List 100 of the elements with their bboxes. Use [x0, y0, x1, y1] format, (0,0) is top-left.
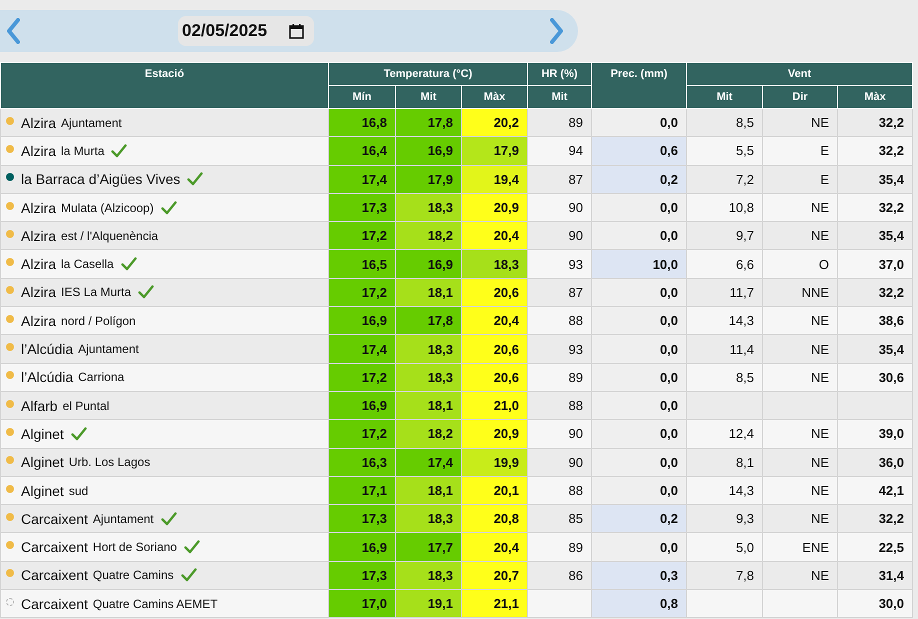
- table-cell: 11,4: [686, 334, 763, 364]
- station-location: Urb. Los Lagos: [68, 455, 150, 470]
- table-cell: 20,4: [462, 222, 528, 250]
- station-name: Alzira: [21, 228, 56, 244]
- table-cell: 17,9: [396, 165, 462, 194]
- table-cell: 30,0: [838, 590, 913, 618]
- table-cell: 16,8: [328, 108, 396, 137]
- table-cell: 17,2: [328, 420, 396, 448]
- table-cell: 17,2: [328, 278, 396, 307]
- table-cell: 20,7: [462, 561, 528, 590]
- table-cell: 16,9: [396, 250, 462, 278]
- station-location: Mulata (Alzicoop): [61, 200, 154, 215]
- table-cell: NE: [762, 334, 838, 364]
- table-cell: 17,4: [328, 165, 396, 194]
- table-cell: 17,8: [396, 306, 462, 335]
- table-cell: 14,3: [686, 476, 763, 505]
- table-cell: 17,3: [328, 561, 396, 590]
- table-cell: 18,2: [396, 222, 462, 250]
- table-cell: 10,8: [686, 193, 763, 222]
- table-cell: 17,8: [396, 108, 462, 137]
- table-cell: 20,6: [462, 363, 528, 392]
- table-cell: 10,0: [592, 250, 687, 278]
- table-cell: 0,2: [592, 504, 687, 533]
- table-cell: 18,3: [396, 334, 462, 364]
- table-cell: 12,4: [686, 420, 763, 448]
- table-cell: 17,9: [462, 136, 528, 166]
- station-location: Quatre Camins AEMET: [92, 596, 218, 611]
- table-cell: 17,3: [328, 504, 396, 533]
- table-cell: 0,0: [592, 278, 687, 307]
- table-cell: 0,0: [592, 448, 687, 476]
- station-location: IES La Murta: [61, 285, 132, 300]
- station-name: Alginet: [21, 426, 64, 442]
- calendar-icon: [289, 23, 304, 39]
- table-cell: 0,8: [592, 590, 687, 618]
- date-field[interactable]: 02/05/2025: [178, 16, 314, 46]
- table-cell: ENE: [762, 532, 838, 562]
- station-name: Alzira: [21, 142, 56, 159]
- station-name: l’Alcúdia: [21, 341, 74, 358]
- table-cell: 19,1: [396, 590, 462, 618]
- table-cell: 20,4: [462, 306, 528, 335]
- table-cell: NE: [762, 448, 838, 476]
- column-header: Màx: [838, 86, 913, 108]
- table-cell: 0,0: [592, 334, 687, 364]
- table-cell: 16,3: [328, 448, 396, 476]
- station-location: nord / Polígon: [61, 314, 136, 328]
- station-location: Carriona: [78, 370, 124, 384]
- table-cell: 88: [528, 476, 592, 505]
- table-cell: NE: [762, 193, 838, 222]
- table-cell: 32,2: [838, 136, 913, 166]
- table-cell: 16,9: [328, 391, 396, 420]
- table-cell: 0,0: [592, 306, 687, 335]
- column-header: Temperatura (°C): [328, 62, 528, 86]
- table-cell: 39,0: [838, 420, 913, 448]
- station-name: la Barraca d’Aigües Vives: [21, 171, 180, 188]
- column-header: HR (%): [528, 62, 592, 86]
- table-cell: 0,0: [592, 193, 687, 222]
- table-cell: 17,2: [328, 363, 396, 392]
- table-cell: 16,9: [396, 136, 462, 166]
- station-name: Alzira: [21, 114, 56, 131]
- table-cell: 18,3: [396, 561, 462, 590]
- station-name: Carcaixent: [21, 539, 88, 556]
- table-cell: 17,7: [396, 532, 462, 562]
- station-location: el Puntal: [62, 398, 110, 413]
- table-cell: 16,9: [328, 306, 396, 335]
- station-location: Ajuntament: [78, 342, 139, 356]
- table-cell: 18,3: [462, 250, 528, 278]
- table-cell: 0,0: [592, 222, 687, 250]
- table-cell: 20,2: [462, 108, 528, 137]
- table-cell: 17,1: [328, 476, 396, 505]
- station-name: l’Alcúdia: [21, 369, 74, 386]
- table-cell: 0,0: [592, 363, 687, 392]
- table-cell: 18,3: [396, 363, 462, 392]
- station-name: Alzira: [21, 312, 56, 329]
- table-cell: E: [762, 165, 838, 194]
- table-cell: 93: [528, 250, 592, 278]
- table-cell: 0,0: [592, 391, 687, 420]
- table-cell: 0,2: [592, 165, 687, 194]
- table-cell: 89: [528, 363, 592, 392]
- table-cell: 18,3: [396, 504, 462, 533]
- table-cell: 17,3: [328, 193, 396, 222]
- column-header: Mit: [528, 86, 592, 108]
- column-header: Vent: [686, 62, 913, 86]
- station-location: est / l'Alquenència: [61, 228, 158, 243]
- table-cell: 6,6: [686, 250, 763, 278]
- table-cell: 16,4: [328, 136, 396, 166]
- table-cell: 7,2: [686, 165, 763, 194]
- column-header: Prec. (mm): [592, 62, 687, 108]
- station-location: Quatre Camins: [92, 568, 174, 582]
- table-cell: 0,0: [592, 532, 687, 562]
- table-cell: 18,2: [396, 420, 462, 448]
- table-cell: 90: [528, 193, 592, 222]
- table-cell: 5,0: [686, 532, 763, 562]
- station-name: Carcaixent: [21, 567, 88, 584]
- table-cell: 20,1: [462, 476, 528, 505]
- table-cell: 20,9: [462, 420, 528, 448]
- station-location: Ajuntament: [61, 116, 122, 130]
- table-cell: 20,4: [462, 532, 528, 562]
- table-cell: 90: [528, 420, 592, 448]
- station-location: Hort de Soriano: [92, 540, 177, 554]
- table-cell: 5,5: [686, 136, 763, 166]
